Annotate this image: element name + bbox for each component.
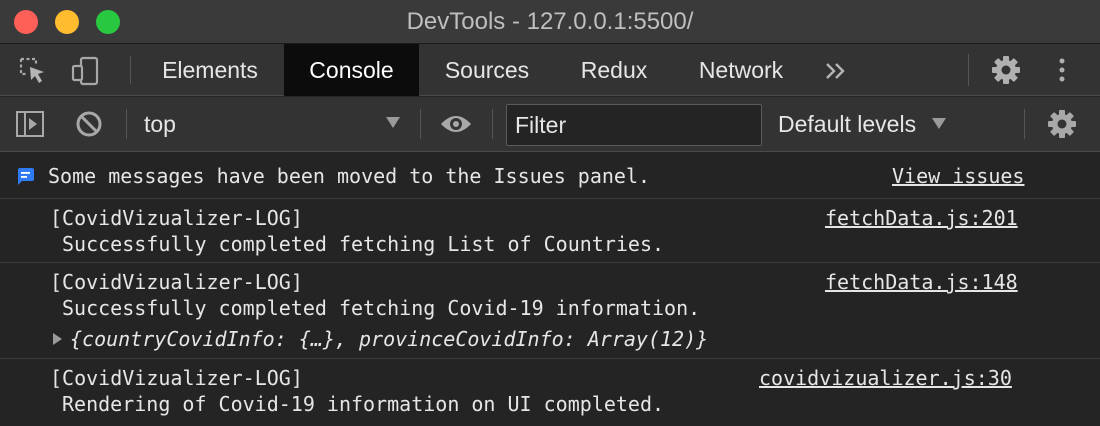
inspect-element-icon[interactable] <box>18 56 48 86</box>
context-selector[interactable]: top <box>144 97 176 152</box>
view-issues-link[interactable]: View issues <box>892 164 1024 188</box>
tab-console[interactable]: Console <box>284 44 419 96</box>
tabbar-divider <box>968 54 969 86</box>
toolbar-divider <box>492 109 493 139</box>
log-text: Successfully completed fetching Covid-19… <box>62 296 701 320</box>
log-prefix: [CovidVizualizer-LOG] <box>50 206 303 230</box>
toggle-sidebar-icon[interactable] <box>14 109 46 139</box>
more-tabs-chevron-icon[interactable] <box>823 59 849 83</box>
source-link[interactable]: fetchData.js:201 <box>825 206 1018 230</box>
settings-gear-icon[interactable] <box>990 54 1022 86</box>
issues-notice-row: Some messages have been moved to the Iss… <box>0 153 1100 199</box>
log-text: Successfully completed fetching List of … <box>62 232 665 256</box>
log-prefix: [CovidVizualizer-LOG] <box>50 270 303 294</box>
issues-notice-text: Some messages have been moved to the Iss… <box>48 164 651 188</box>
log-prefix: [CovidVizualizer-LOG] <box>50 366 303 390</box>
toolbar-divider <box>1024 109 1025 139</box>
source-link[interactable]: covidvizualizer.js:30 <box>759 366 1012 390</box>
console-settings-gear-icon[interactable] <box>1046 108 1078 140</box>
console-output: Some messages have been moved to the Iss… <box>0 153 1100 426</box>
tab-network[interactable]: Network <box>674 44 808 96</box>
tab-redux[interactable]: Redux <box>558 44 670 96</box>
live-expression-eye-icon[interactable] <box>439 111 473 137</box>
tabbar-divider <box>130 56 131 84</box>
expand-object-icon[interactable] <box>53 333 62 345</box>
main-tab-bar: Elements Console Sources Redux Network <box>0 44 1100 96</box>
log-text: Rendering of Covid-19 information on UI … <box>62 392 665 416</box>
log-levels-dropdown[interactable]: Default levels <box>778 97 916 152</box>
log-message: [CovidVizualizer-LOG] fetchData.js:201 S… <box>0 199 1100 263</box>
device-toolbar-icon[interactable] <box>70 56 100 86</box>
clear-console-icon[interactable] <box>74 109 104 139</box>
info-message-icon <box>18 168 34 185</box>
context-dropdown-arrow-icon[interactable] <box>386 117 400 128</box>
toolbar-divider <box>420 109 421 139</box>
log-message: [CovidVizualizer-LOG] fetchData.js:148 S… <box>0 263 1100 359</box>
window-title: DevTools - 127.0.0.1:5500/ <box>406 8 694 35</box>
title-bar: DevTools - 127.0.0.1:5500/ <box>0 0 1100 44</box>
levels-dropdown-arrow-icon[interactable] <box>932 118 946 129</box>
filter-input[interactable] <box>506 104 762 146</box>
logged-object[interactable]: {countryCovidInfo: {…}, provinceCovidInf… <box>70 327 708 351</box>
tab-sources[interactable]: Sources <box>420 44 554 96</box>
source-link[interactable]: fetchData.js:148 <box>825 270 1018 294</box>
kebab-menu-icon[interactable] <box>1052 56 1072 86</box>
log-message: [CovidVizualizer-LOG] covidvizualizer.js… <box>0 359 1100 426</box>
tab-elements[interactable]: Elements <box>140 44 280 96</box>
toolbar-divider <box>126 109 127 139</box>
